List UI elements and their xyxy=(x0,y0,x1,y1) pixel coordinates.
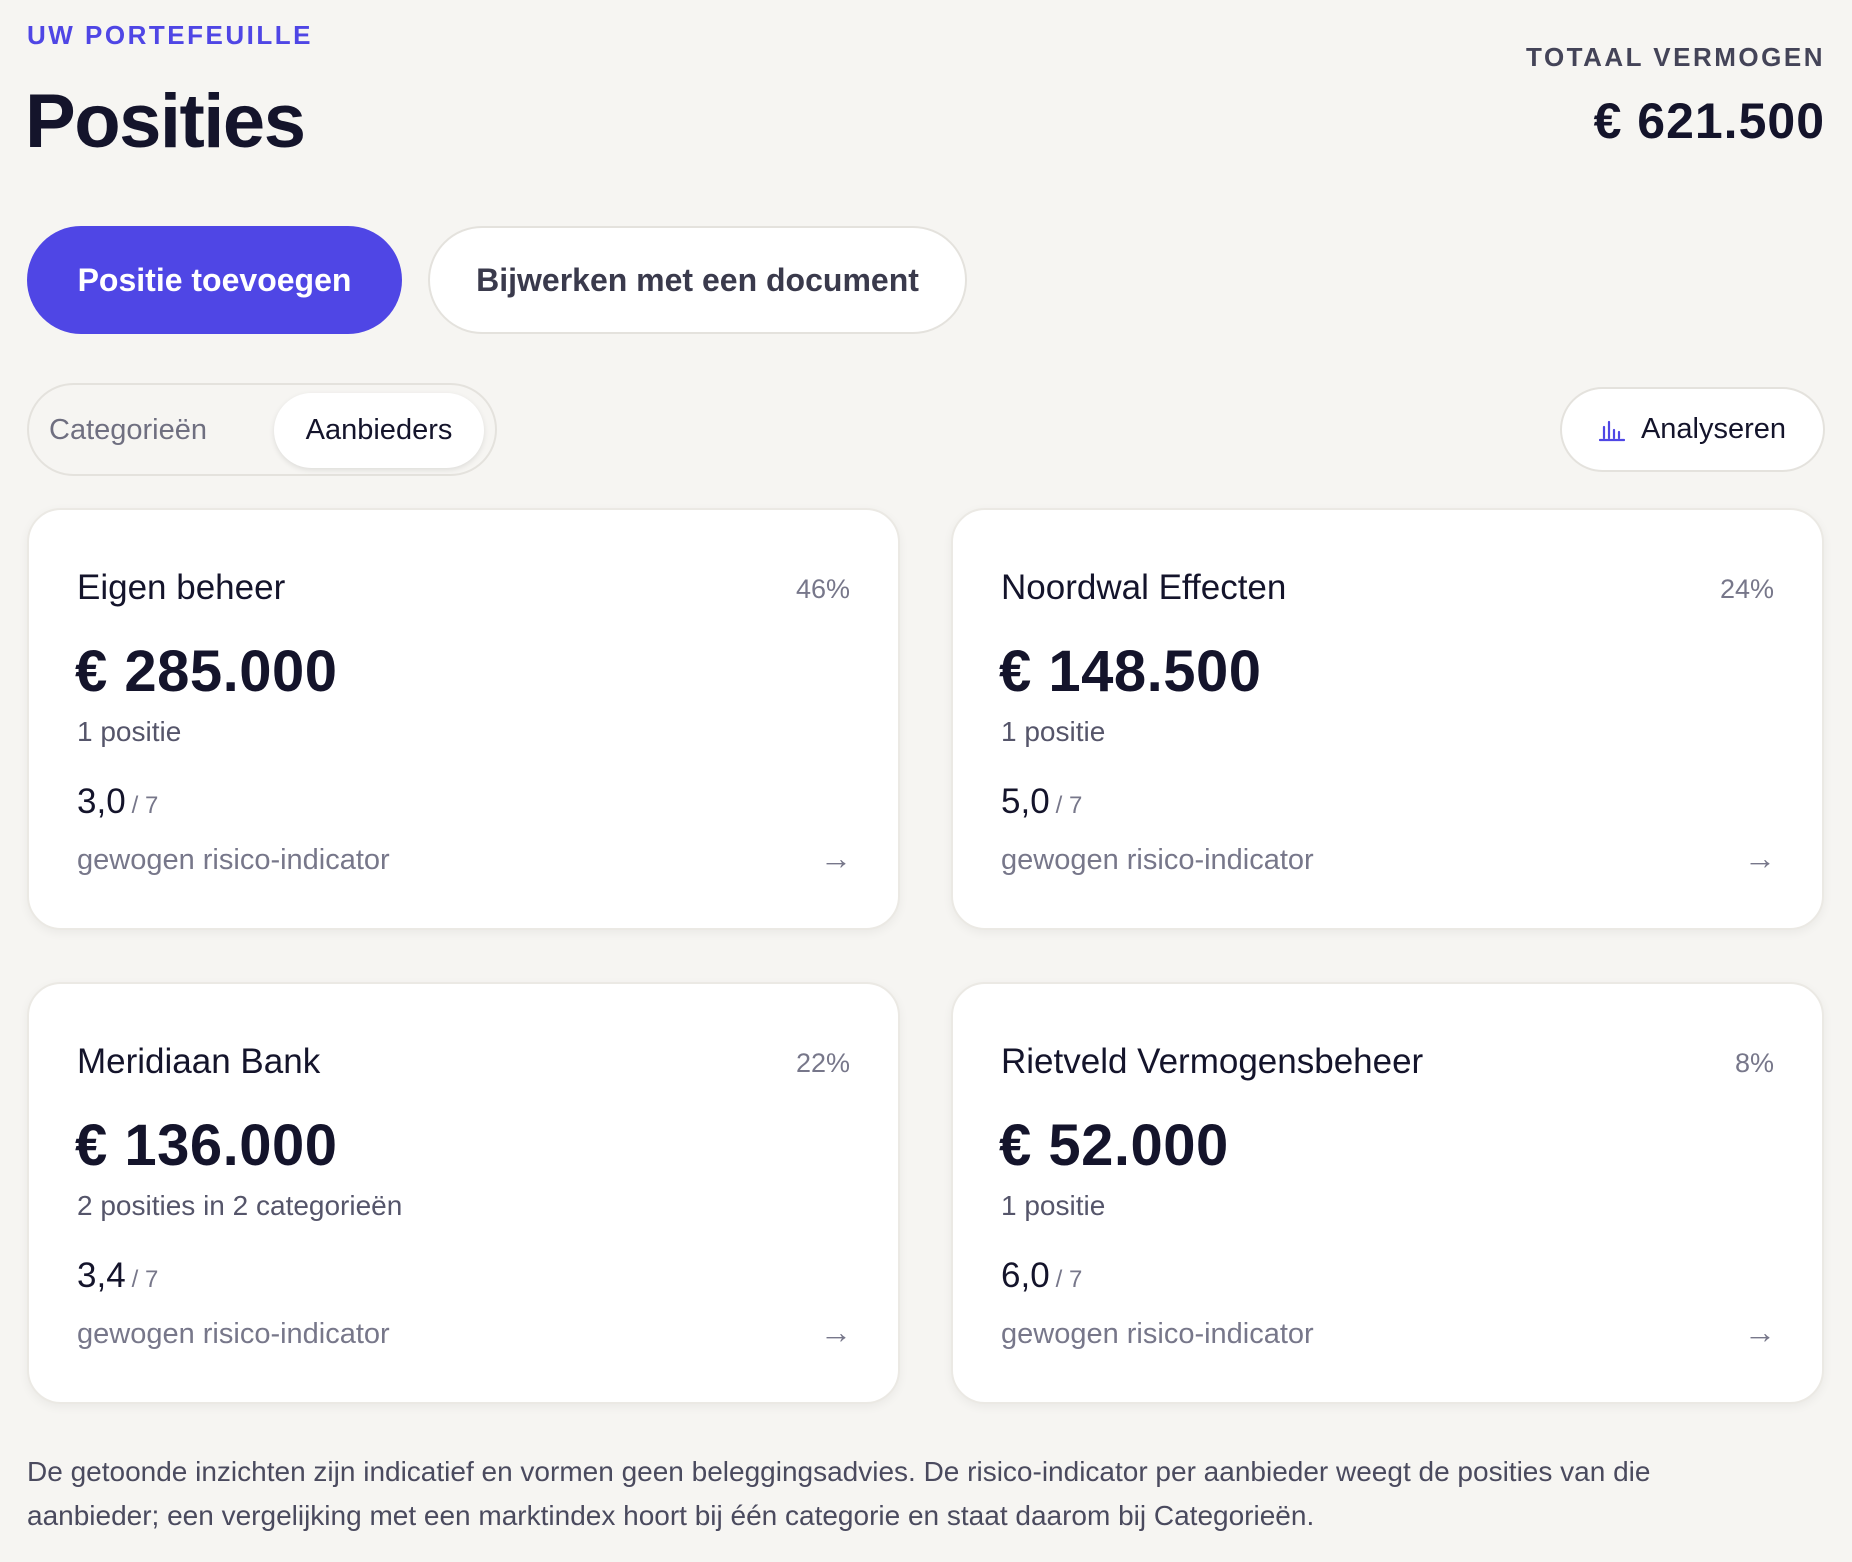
risk-scale: / 7 xyxy=(1055,1266,1083,1293)
provider-name: Meridiaan Bank xyxy=(77,1042,321,1081)
provider-share: 46% xyxy=(795,574,850,604)
tab-categories[interactable]: Categorieën xyxy=(39,393,217,468)
provider-positions: 1 positie xyxy=(1001,716,1106,747)
provider-positions: 2 posities in 2 categorieën xyxy=(77,1190,403,1221)
provider-card[interactable]: Eigen beheer 46% € 285.000 1 positie 3,0… xyxy=(27,508,900,930)
page-eyebrow: UW PORTEFEUILLE xyxy=(27,20,313,50)
total-assets-value: € 621.500 xyxy=(1593,93,1825,149)
arrow-right-icon: → xyxy=(1744,840,1776,876)
provider-card[interactable]: Meridiaan Bank 22% € 136.000 2 posities … xyxy=(27,982,900,1404)
total-assets-label: TOTAAL VERMOGEN xyxy=(1526,42,1825,72)
analyze-label: Analyseren xyxy=(1640,413,1787,445)
provider-share: 24% xyxy=(1719,574,1774,604)
provider-value: € 52.000 xyxy=(999,1113,1229,1178)
risk-scale: / 7 xyxy=(1055,792,1083,819)
risk-scale: / 7 xyxy=(131,1266,159,1293)
arrow-right-icon: → xyxy=(1744,1314,1776,1350)
add-position-button[interactable]: Positie toevoegen xyxy=(27,226,402,334)
risk-score: 5,0/ 7 xyxy=(1001,782,1082,822)
provider-card[interactable]: Rietveld Vermogensbeheer 8% € 52.000 1 p… xyxy=(951,982,1824,1404)
analyze-button[interactable]: Analyseren xyxy=(1560,387,1825,472)
provider-card[interactable]: Noordwal Effecten 24% € 148.500 1 positi… xyxy=(951,508,1824,930)
tab-providers[interactable]: Aanbieders xyxy=(274,393,484,468)
provider-name: Noordwal Effecten xyxy=(1001,568,1287,607)
risk-value: 5,0 xyxy=(1001,782,1050,821)
provider-share: 22% xyxy=(795,1048,850,1078)
risk-score: 3,0/ 7 xyxy=(77,782,158,822)
provider-positions: 1 positie xyxy=(1001,1190,1106,1221)
page-title: Posities xyxy=(25,79,306,164)
disclaimer-footnote: De getoonde inzichten zijn indicatief en… xyxy=(27,1456,1651,1531)
bar-chart-icon xyxy=(1598,418,1625,442)
provider-value: € 285.000 xyxy=(75,639,338,704)
update-with-document-button[interactable]: Bijwerken met een document xyxy=(428,226,967,334)
risk-value: 3,4 xyxy=(77,1256,126,1295)
provider-share: 8% xyxy=(1734,1048,1774,1078)
risk-scale: / 7 xyxy=(131,792,159,819)
provider-name: Rietveld Vermogensbeheer xyxy=(1001,1042,1424,1081)
risk-label: gewogen risico-indicator xyxy=(1001,844,1314,876)
provider-value: € 148.500 xyxy=(999,639,1262,704)
provider-value: € 136.000 xyxy=(75,1113,338,1178)
arrow-right-icon: → xyxy=(820,840,852,876)
risk-label: gewogen risico-indicator xyxy=(77,844,390,876)
provider-name: Eigen beheer xyxy=(77,568,286,607)
risk-label: gewogen risico-indicator xyxy=(1001,1318,1314,1350)
risk-score: 6,0/ 7 xyxy=(1001,1256,1082,1296)
arrow-right-icon: → xyxy=(820,1314,852,1350)
risk-score: 3,4/ 7 xyxy=(77,1256,158,1296)
risk-value: 6,0 xyxy=(1001,1256,1050,1295)
risk-value: 3,0 xyxy=(77,782,126,821)
positions-page: UW PORTEFEUILLE Posities TOTAAL VERMOGEN… xyxy=(0,0,1852,1562)
view-toggle: Categorieën Aanbieders xyxy=(27,383,497,476)
provider-positions: 1 positie xyxy=(77,716,182,747)
risk-label: gewogen risico-indicator xyxy=(77,1318,390,1350)
